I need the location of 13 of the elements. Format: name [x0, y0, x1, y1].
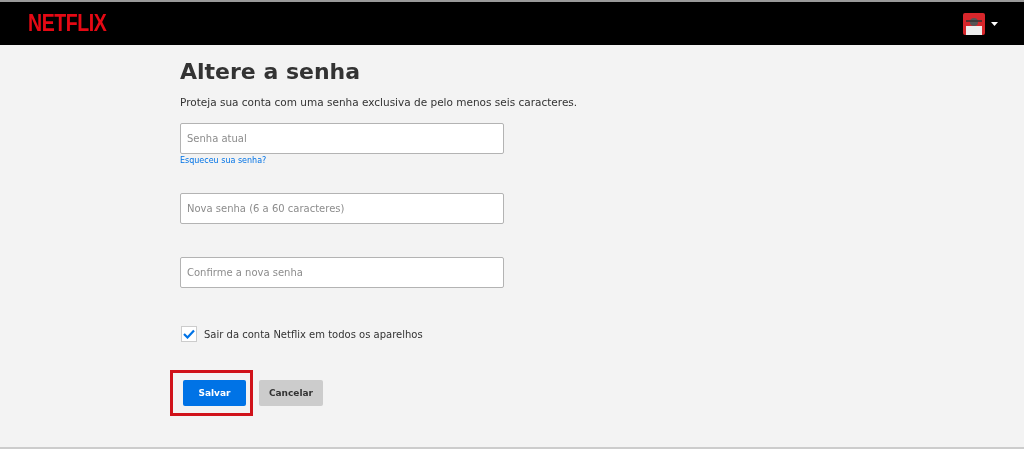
password-field[interactable]: Nova senha (6 a 60 caracteres): [180, 193, 504, 224]
password-field[interactable]: Senha atual: [180, 123, 504, 154]
caret-icon[interactable]: [991, 21, 998, 26]
page-title: Altere a senha: [180, 59, 361, 84]
cancel-button[interactable]: Cancelar: [259, 380, 323, 406]
checkbox[interactable]: [181, 326, 197, 342]
description: Proteja sua conta com uma senha exclusiva de pelo menos seis caracteres.: [180, 96, 578, 108]
avatar-icon[interactable]: [963, 12, 985, 35]
save-button[interactable]: Salvar: [183, 380, 246, 406]
forgot-password-link[interactable]: Esqueceu sua senha?: [180, 156, 504, 165]
logo[interactable]: NETFLIX: [28, 10, 107, 37]
checkbox-label: Sair da conta Netflix em todos os aparelhos: [204, 328, 423, 340]
password-field[interactable]: Confirme a nova senha: [180, 257, 504, 288]
